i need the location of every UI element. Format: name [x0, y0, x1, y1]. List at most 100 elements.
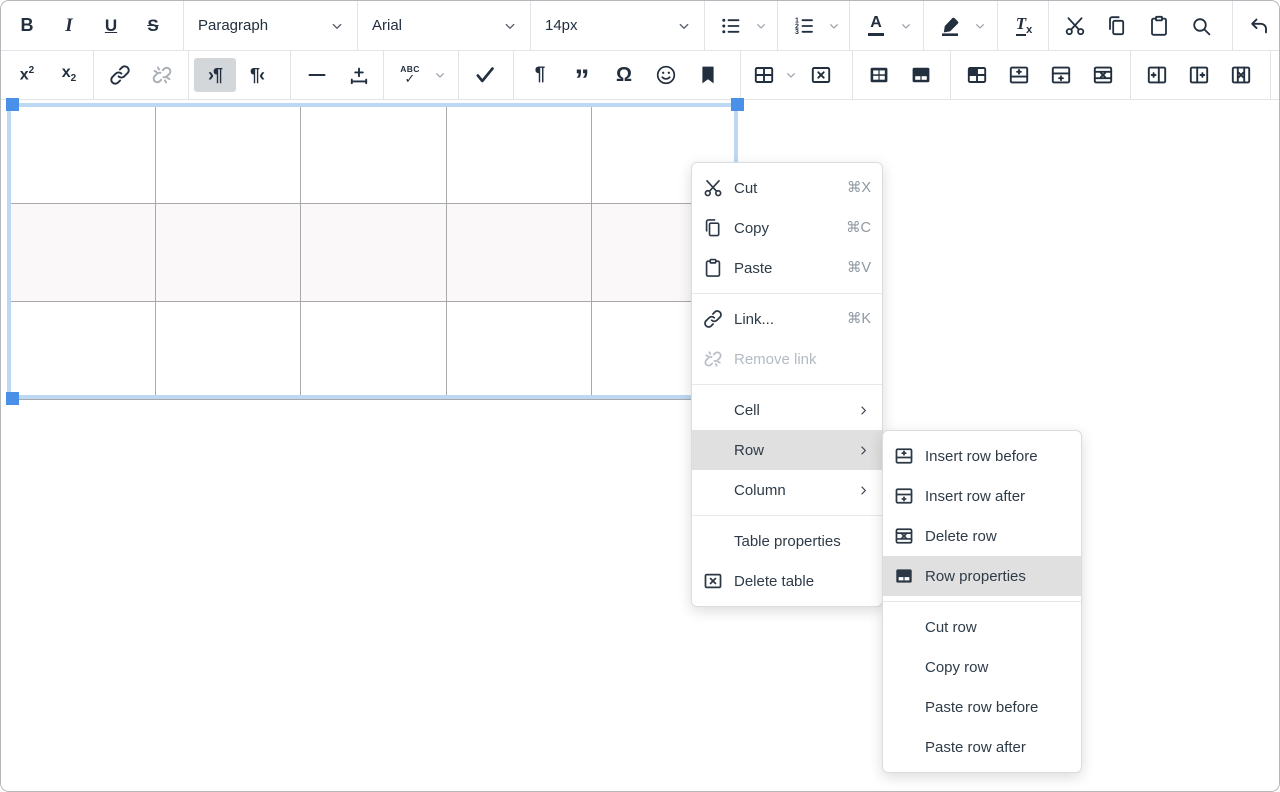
bookmark-icon [696, 63, 720, 87]
submenu-item-paste-row-before[interactable]: Paste row before [883, 687, 1081, 727]
menu-item-column[interactable]: Column [692, 470, 882, 510]
font-size-select[interactable]: 14px [536, 9, 699, 43]
editor-canvas[interactable] [1, 100, 1279, 791]
menu-item-table-properties[interactable]: Table properties [692, 521, 882, 561]
menu-item-row[interactable]: Row [692, 430, 882, 470]
insert-table-menu-chevron[interactable] [782, 58, 800, 92]
table-cell[interactable] [155, 106, 301, 204]
table-resize-handle-top-right[interactable] [731, 98, 744, 111]
insert-row-before-button[interactable] [998, 58, 1040, 92]
subscript-button[interactable]: x2 [48, 58, 90, 92]
chevron-down-icon [972, 18, 988, 34]
bullet-list-button[interactable] [710, 9, 752, 43]
highlighter-icon [938, 14, 962, 38]
table-cell[interactable] [155, 204, 301, 302]
delete-row-button[interactable] [1082, 58, 1124, 92]
ltr-direction-button[interactable]: ›¶ [194, 58, 236, 92]
bullet-list-menu-chevron[interactable] [752, 9, 770, 43]
paste-button[interactable] [1138, 9, 1180, 43]
font-family-group: Arial [358, 1, 531, 50]
table-cell[interactable] [446, 106, 592, 204]
italic-button[interactable]: I [48, 9, 90, 43]
numbered-list-button[interactable] [783, 9, 825, 43]
insert-link-button[interactable] [99, 58, 141, 92]
shortcut-label: ⌘C [846, 220, 871, 236]
font-family-select[interactable]: Arial [363, 9, 525, 43]
strikethrough-button[interactable]: S [132, 9, 174, 43]
delete-table-button[interactable] [800, 58, 842, 92]
show-invisible-characters-button[interactable]: ¶ [519, 58, 561, 92]
text-color-button[interactable]: A [855, 9, 897, 43]
clear-formatting-button[interactable]: Tx [1003, 9, 1045, 43]
submenu-item-paste-row-after[interactable]: Paste row after [883, 727, 1081, 767]
delete-row-icon [1091, 63, 1115, 87]
table-cell[interactable] [10, 204, 156, 302]
block-format-select[interactable]: Paragraph [189, 9, 352, 43]
table-cell[interactable] [446, 302, 592, 400]
menu-item-copy[interactable]: Copy ⌘C [692, 208, 882, 248]
cell-properties-button[interactable] [956, 58, 998, 92]
table-insert-group [741, 51, 853, 99]
numbered-list-menu-chevron[interactable] [825, 9, 843, 43]
chevron-right-icon [856, 443, 871, 458]
insert-row-after-button[interactable] [1040, 58, 1082, 92]
page-break-button[interactable] [338, 58, 380, 92]
table-cell[interactable] [301, 204, 447, 302]
blockquote-button[interactable]: ” [561, 52, 603, 98]
table-cell[interactable] [301, 302, 447, 400]
text-color-menu-chevron[interactable] [897, 9, 915, 43]
remove-link-button[interactable] [141, 58, 183, 92]
delete-column-button[interactable] [1220, 58, 1262, 92]
row-properties-button[interactable] [900, 58, 942, 92]
insert-table-button[interactable] [746, 58, 782, 92]
anchor-button[interactable] [687, 58, 729, 92]
spellcheck-menu-chevron[interactable] [431, 58, 449, 92]
submenu-item-insert-row-after[interactable]: Insert row after [883, 476, 1081, 516]
undo-button[interactable] [1238, 9, 1280, 43]
horizontal-rule-button[interactable] [296, 58, 338, 92]
spellcheck-button[interactable]: ABC ✓ [389, 58, 431, 92]
menu-item-remove-link[interactable]: Remove link [692, 339, 882, 379]
chevron-right-icon [856, 483, 871, 498]
menu-item-paste[interactable]: Paste ⌘V [692, 248, 882, 288]
emoji-button[interactable] [645, 58, 687, 92]
submenu-item-copy-row[interactable]: Copy row [883, 647, 1081, 687]
submenu-item-insert-row-before[interactable]: Insert row before [883, 436, 1081, 476]
insert-column-after-button[interactable] [1178, 58, 1220, 92]
table-cell[interactable] [301, 106, 447, 204]
insert-column-before-button[interactable] [1136, 58, 1178, 92]
copy-button[interactable] [1096, 9, 1138, 43]
table-cell[interactable] [446, 204, 592, 302]
table-resize-handle-bottom-left[interactable] [6, 392, 19, 405]
table-cell[interactable] [10, 106, 156, 204]
submenu-item-row-properties[interactable]: Row properties [883, 556, 1081, 596]
insert-row-after-icon [1049, 63, 1073, 87]
submenu-item-delete-row[interactable]: Delete row [883, 516, 1081, 556]
bold-button[interactable]: B [6, 9, 48, 43]
rtl-direction-button[interactable]: ¶‹ [236, 58, 278, 92]
toolbar-row-1: B I U S Paragraph Arial 14px [1, 1, 1279, 51]
underline-button[interactable]: U [90, 9, 132, 43]
cut-button[interactable] [1054, 9, 1096, 43]
table-cell[interactable] [10, 302, 156, 400]
search-button[interactable] [1180, 9, 1222, 43]
highlight-color-menu-chevron[interactable] [971, 9, 989, 43]
menu-item-cell[interactable]: Cell [692, 390, 882, 430]
superscript-button[interactable]: x2 [6, 58, 48, 92]
row-properties-icon [909, 63, 933, 87]
font-size-value: 14px [545, 17, 578, 34]
link-group [94, 51, 189, 99]
menu-item-cut[interactable]: Cut ⌘X [692, 168, 882, 208]
submenu-item-cut-row[interactable]: Cut row [883, 607, 1081, 647]
table-cell[interactable] [155, 302, 301, 400]
menu-item-delete-table[interactable]: Delete table [692, 561, 882, 601]
highlight-color-button[interactable] [929, 9, 971, 43]
table-resize-handle-top-left[interactable] [6, 98, 19, 111]
special-character-button[interactable]: Ω [603, 58, 645, 92]
checkmark-button[interactable] [464, 58, 506, 92]
menu-item-link[interactable]: Link... ⌘K [692, 299, 882, 339]
chevron-down-icon [675, 17, 693, 35]
table-properties-button[interactable] [858, 58, 900, 92]
highlight-color-group [924, 1, 998, 50]
chevron-down-icon [753, 18, 769, 34]
